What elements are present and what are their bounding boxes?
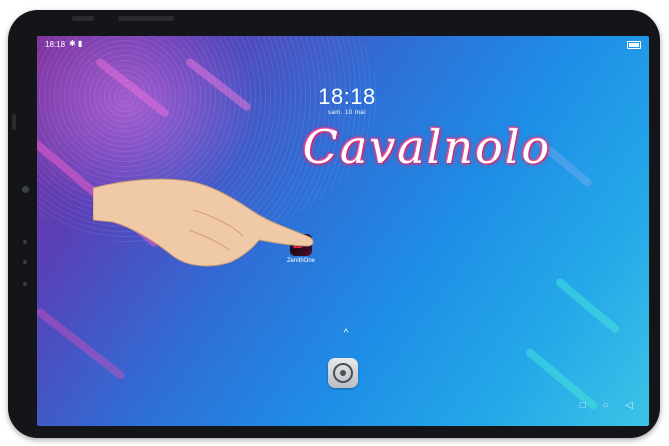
back-button[interactable]: ◁ xyxy=(625,400,633,411)
top-button-long xyxy=(118,16,174,21)
recents-button[interactable]: □ xyxy=(580,400,586,411)
app-drawer-chevron[interactable]: ^ xyxy=(339,328,353,339)
navigation-bar: □ ○ ◁ xyxy=(566,400,633,411)
top-button-small xyxy=(72,16,94,21)
settings-gear-icon xyxy=(333,363,353,383)
pointing-hand-image xyxy=(93,178,314,267)
home-button[interactable]: ○ xyxy=(602,400,608,411)
clock: 18:18 xyxy=(318,84,376,109)
status-icons: ✱ ▮ xyxy=(69,39,83,48)
sensor-dot xyxy=(23,282,27,286)
wallpaper-logo: Cavalnolo xyxy=(302,120,552,174)
date: sam. 10 mai xyxy=(327,110,367,116)
settings-app-icon[interactable] xyxy=(328,358,358,388)
status-time: 18:18 xyxy=(45,40,66,49)
side-button xyxy=(12,114,16,130)
battery-icon xyxy=(627,41,641,49)
wallpaper-streak xyxy=(554,276,621,335)
front-camera xyxy=(22,186,29,193)
home-screen: 18:18 ✱ ▮ 18:18 sam. 10 mai Cavalnolo Z … xyxy=(37,36,649,426)
wallpaper-streak xyxy=(37,306,127,381)
sensor-dot xyxy=(23,240,27,244)
sensor-dot xyxy=(23,260,27,264)
